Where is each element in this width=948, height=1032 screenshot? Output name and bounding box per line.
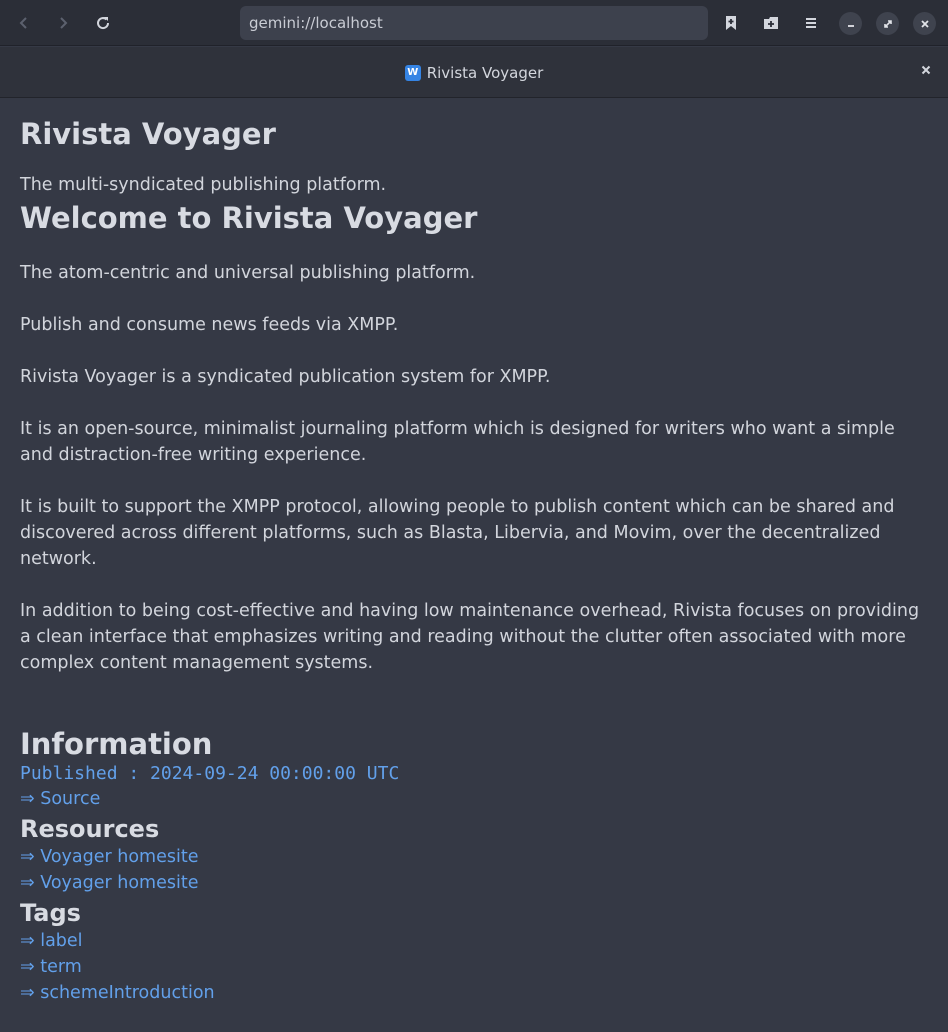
- maximize-button[interactable]: [876, 12, 899, 35]
- tag-link[interactable]: ⇒ term: [20, 954, 930, 980]
- information-heading: Information: [20, 727, 213, 761]
- paragraph: The atom-centric and universal publishin…: [20, 263, 476, 283]
- tags-heading: Tags: [20, 899, 81, 927]
- resource-link[interactable]: ⇒ Voyager homesite: [20, 844, 930, 870]
- forward-button[interactable]: [47, 7, 79, 39]
- arrow-left-icon: [19, 17, 27, 29]
- paragraph: Publish and consume news feeds via XMPP.: [20, 315, 399, 335]
- page-subtitle: The multi-syndicated publishing platform…: [20, 175, 387, 195]
- arrow-right-icon: [60, 17, 68, 29]
- reload-button[interactable]: [87, 7, 119, 39]
- tab-label: Rivista Voyager: [426, 63, 544, 82]
- menu-button[interactable]: [795, 7, 827, 39]
- resource-link[interactable]: ⇒ Voyager homesite: [20, 870, 930, 896]
- url-input[interactable]: gemini://localhost: [240, 6, 708, 40]
- tag-link[interactable]: ⇒ label: [20, 928, 930, 954]
- reload-icon: [97, 17, 110, 30]
- favicon-icon: W: [404, 64, 421, 81]
- tab-new-icon: [764, 17, 778, 29]
- minimize-icon: [847, 24, 854, 27]
- back-button[interactable]: [8, 7, 40, 39]
- bookmark-button[interactable]: [715, 7, 747, 39]
- paragraph: Rivista Voyager is a syndicated publicat…: [20, 367, 551, 387]
- welcome-heading: Welcome to Rivista Voyager: [20, 201, 478, 235]
- maximize-icon: [883, 19, 892, 28]
- paragraph: In addition to being cost-effective and …: [20, 601, 920, 673]
- bookmark-add-icon: [726, 16, 736, 30]
- tag-link[interactable]: ⇒ schemeIntroduction: [20, 980, 930, 1006]
- header-bar: gemini://localhost: [0, 0, 948, 46]
- hamburger-menu-icon: [806, 18, 816, 28]
- tab-active[interactable]: W Rivista Voyager: [0, 47, 948, 98]
- close-icon: [921, 65, 931, 75]
- new-tab-button[interactable]: [755, 7, 787, 39]
- close-icon: [920, 19, 929, 28]
- source-link[interactable]: ⇒ Source: [20, 786, 930, 812]
- minimize-button[interactable]: [839, 12, 862, 35]
- published-date: Published : 2024-09-24 00:00:00 UTC: [20, 763, 400, 784]
- page-title: Rivista Voyager: [20, 117, 276, 151]
- tab-close-button[interactable]: [918, 64, 934, 80]
- paragraph: It is built to support the XMPP protocol…: [20, 497, 895, 569]
- resources-heading: Resources: [20, 815, 160, 843]
- close-window-button[interactable]: [913, 12, 936, 35]
- tab-bar: W Rivista Voyager: [0, 47, 948, 98]
- page-content: Rivista Voyager The multi-syndicated pub…: [20, 98, 930, 1006]
- paragraph: It is an open-source, minimalist journal…: [20, 419, 895, 465]
